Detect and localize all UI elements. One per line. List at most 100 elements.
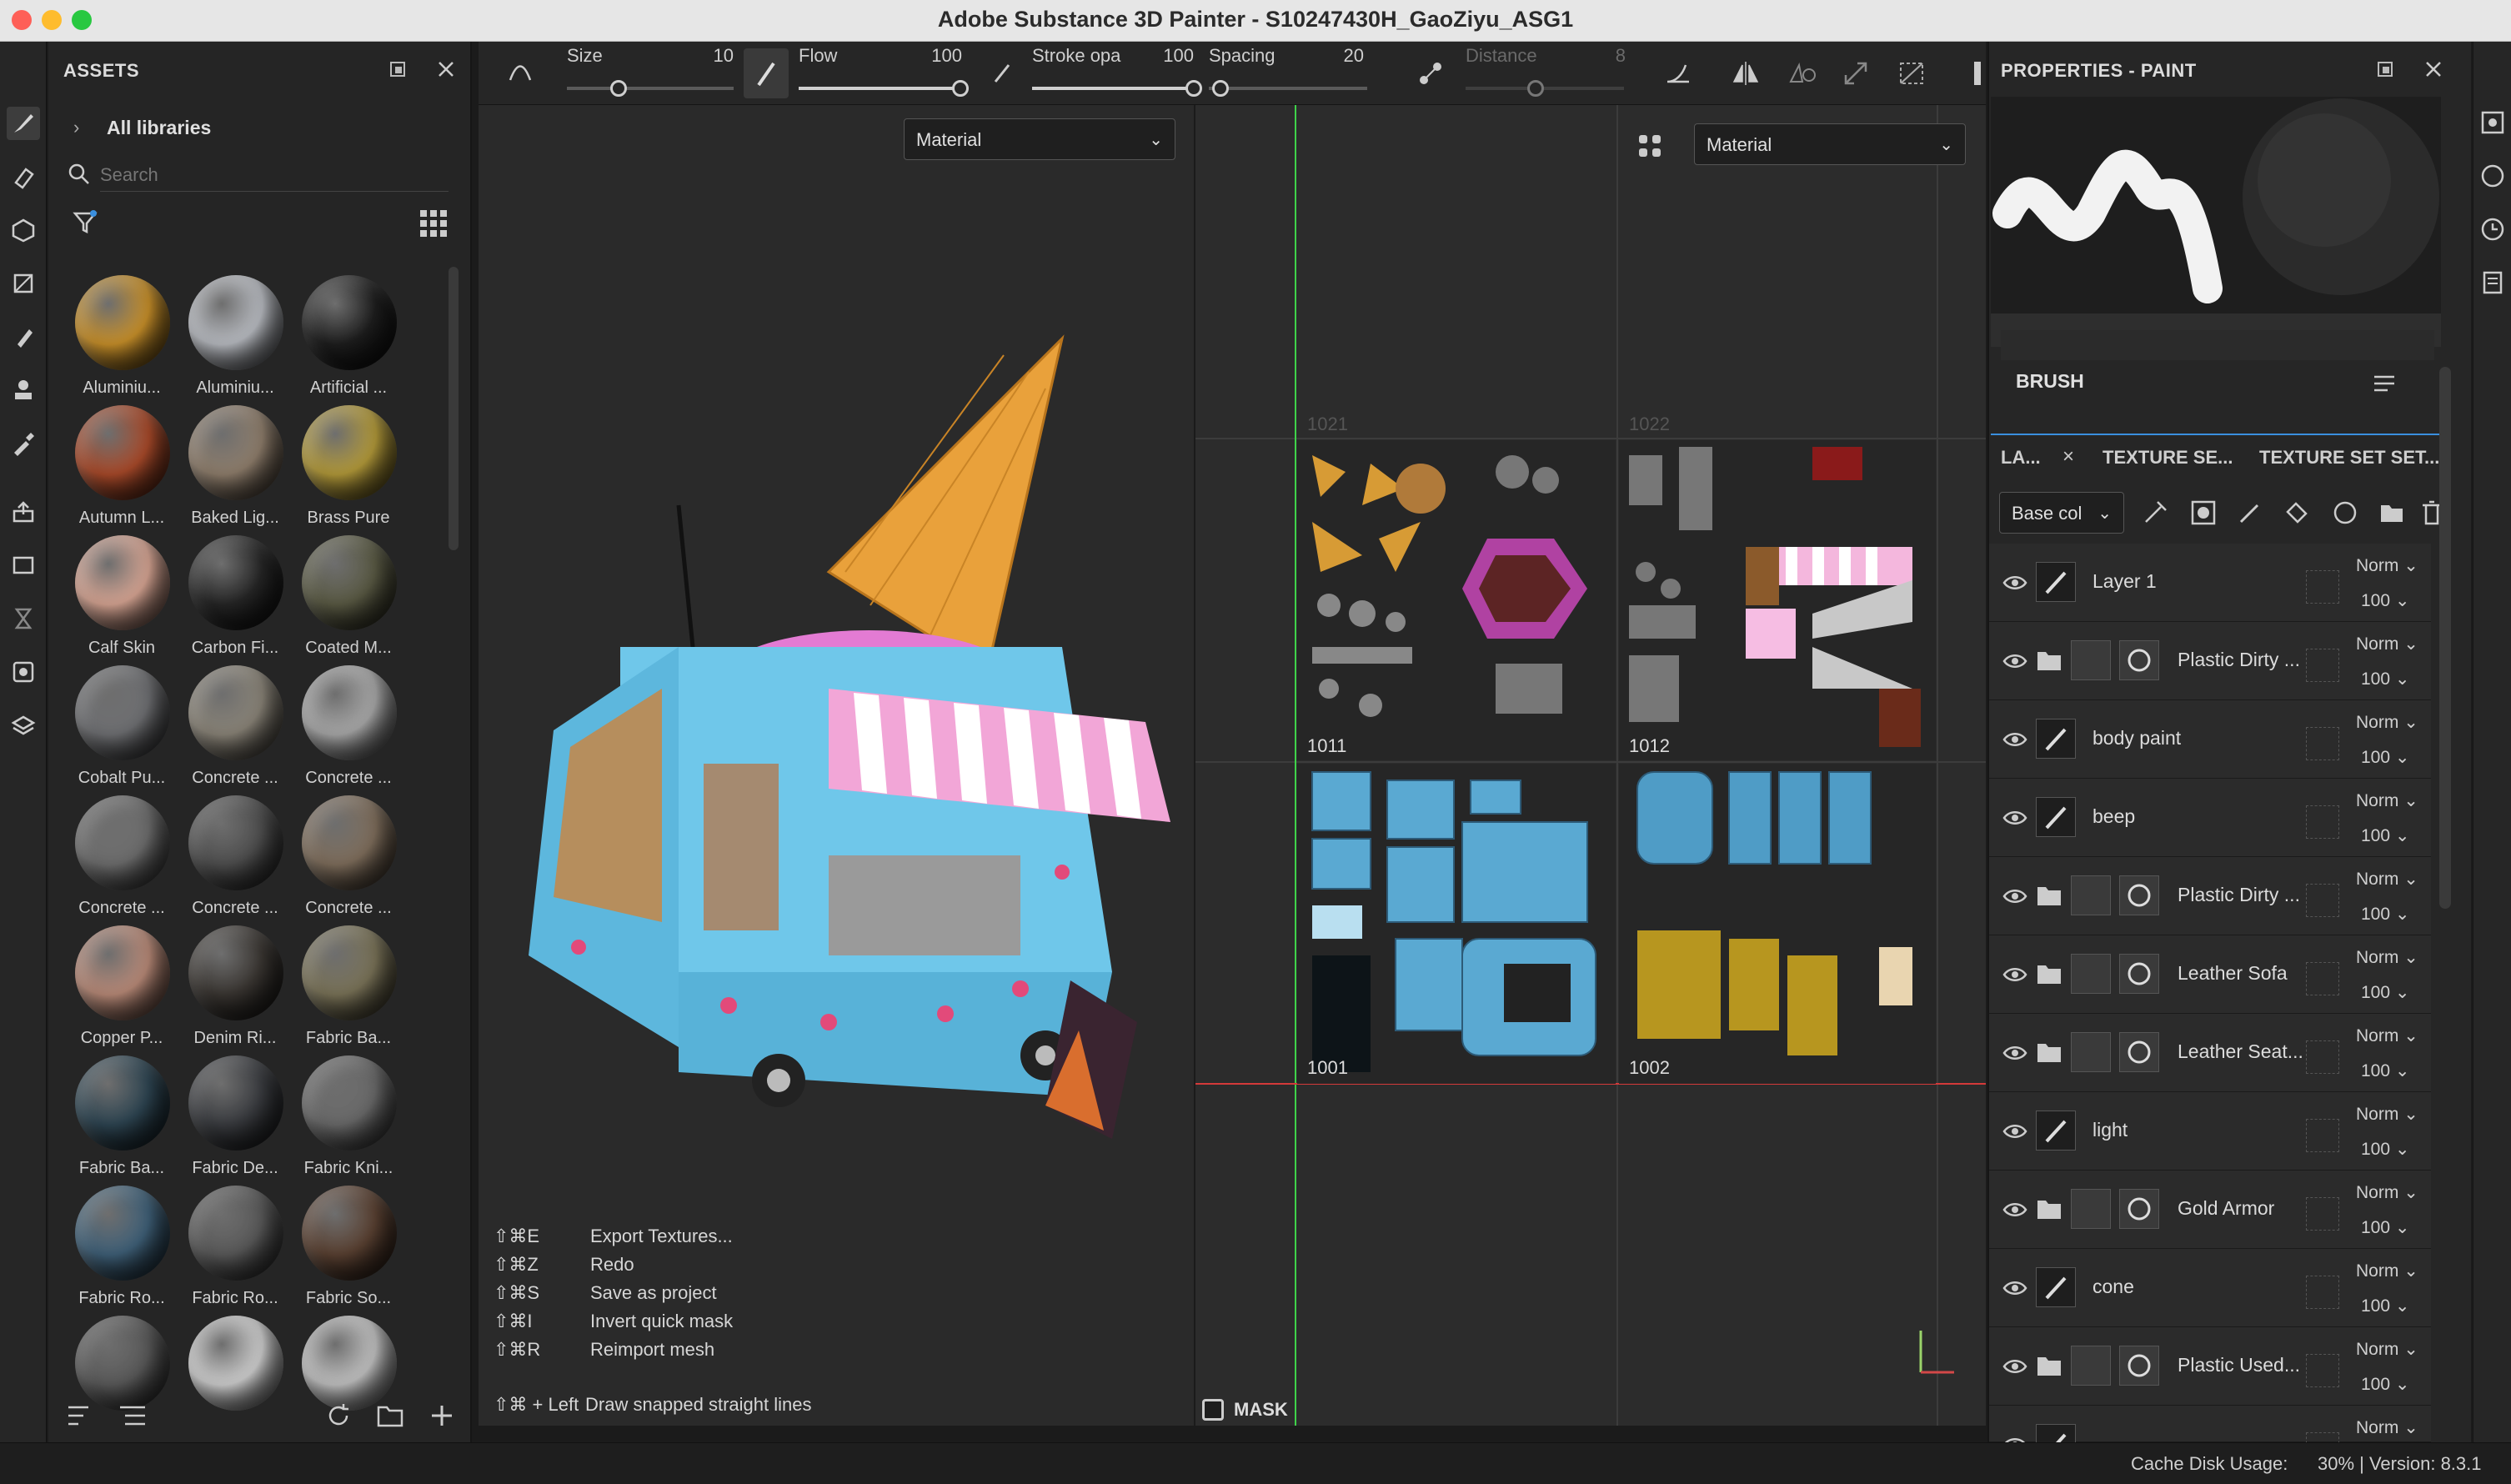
projection-tool-icon[interactable] — [7, 213, 40, 247]
layer-effect-slot[interactable] — [2306, 1197, 2339, 1231]
flow-pressure-icon[interactable] — [744, 48, 789, 98]
layer-effect-slot[interactable] — [2306, 1354, 2339, 1387]
layer-row[interactable]: Leather Sofa Norm ⌄ 100 ⌄ — [1989, 935, 2431, 1014]
texture-set-icon[interactable] — [7, 549, 40, 582]
layer-row[interactable]: Norm ⌄ ⌄ — [1989, 1406, 2431, 1472]
tab-texture-set-settings[interactable]: TEXTURE SET SET... — [2259, 447, 2439, 469]
all-libraries-link[interactable]: All libraries — [107, 117, 211, 139]
material-tile[interactable]: Fabric Ro... — [65, 1186, 178, 1316]
visibility-eye-icon[interactable] — [2002, 1040, 2027, 1065]
log-icon[interactable] — [2480, 270, 2505, 295]
add-paint-layer-icon[interactable] — [2236, 499, 2264, 527]
material-tile[interactable]: Fabric Ba... — [65, 1055, 178, 1186]
stroke-opacity-value[interactable]: 100 — [1127, 45, 1194, 67]
layer-name[interactable]: light — [2092, 1119, 2243, 1141]
layer-name[interactable]: Gold Armor — [2178, 1197, 2328, 1220]
layer-effect-slot[interactable] — [2306, 884, 2339, 917]
opacity-field[interactable]: 100 ⌄ — [2361, 1296, 2410, 1316]
add-asset-icon[interactable] — [427, 1401, 457, 1431]
lock-view-icon[interactable] — [1896, 58, 1929, 88]
add-fill-layer-icon[interactable] — [2283, 499, 2311, 527]
refresh-icon[interactable] — [323, 1401, 353, 1431]
close-panel-icon[interactable] — [435, 58, 457, 80]
opacity-field[interactable]: 100 ⌄ — [2361, 1139, 2410, 1160]
material-tile[interactable]: Concrete ... — [292, 795, 405, 925]
layer-name[interactable]: body paint — [2092, 727, 2243, 750]
distance-value[interactable]: 8 — [1559, 45, 1626, 67]
material-tile[interactable]: Denim Ri... — [178, 925, 292, 1055]
close-tab-icon[interactable]: × — [2062, 445, 2074, 469]
visibility-eye-icon[interactable] — [2002, 649, 2027, 674]
layer-row[interactable]: Layer 1 Norm ⌄ 100 ⌄ — [1989, 544, 2431, 622]
layer-row[interactable]: cone Norm ⌄ 100 ⌄ — [1989, 1249, 2431, 1327]
sort-icon[interactable] — [65, 1401, 98, 1431]
layer-name[interactable]: Plastic Used... — [2178, 1354, 2328, 1376]
opacity-field[interactable]: 100 ⌄ — [2361, 1060, 2410, 1081]
layers-scrollbar[interactable] — [2439, 367, 2451, 909]
smart-material-icon[interactable] — [2331, 499, 2359, 527]
blend-mode-select[interactable]: Norm ⌄ — [2356, 1261, 2418, 1281]
material-tile[interactable]: Cobalt Pu... — [65, 665, 178, 795]
opacity-field[interactable]: 100 ⌄ — [2361, 982, 2410, 1003]
clone-tool-icon[interactable] — [7, 374, 40, 407]
visibility-eye-icon[interactable] — [2002, 727, 2027, 752]
visibility-eye-icon[interactable] — [2002, 1276, 2027, 1301]
material-tile[interactable]: Fabric Ro... — [178, 1186, 292, 1316]
visibility-eye-icon[interactable] — [2002, 962, 2027, 987]
transform-icon[interactable] — [1841, 58, 1874, 88]
material-tile[interactable]: Concrete ... — [292, 665, 405, 795]
material-tile[interactable]: Concrete ... — [178, 665, 292, 795]
stroke-preset-icon[interactable] — [505, 58, 535, 88]
material-tile[interactable]: Autumn L... — [65, 405, 178, 535]
layer-name[interactable]: Layer 1 — [2092, 570, 2243, 593]
brush-menu-icon[interactable] — [2369, 368, 2399, 399]
opacity-field[interactable]: 100 ⌄ — [2361, 669, 2410, 689]
blend-mode-select[interactable]: Norm ⌄ — [2356, 1025, 2418, 1046]
material-tile[interactable]: Baked Lig... — [178, 405, 292, 535]
smudge-tool-icon[interactable] — [7, 320, 40, 353]
material-tile[interactable]: Carbon Fi... — [178, 535, 292, 665]
visibility-eye-icon[interactable] — [2002, 570, 2027, 595]
layer-row[interactable]: light Norm ⌄ 100 ⌄ — [1989, 1092, 2431, 1171]
channel-grid-icon[interactable] — [1636, 132, 1666, 162]
layer-row[interactable]: body paint Norm ⌄ 100 ⌄ — [1989, 700, 2431, 779]
layer-effect-slot[interactable] — [2306, 805, 2339, 839]
material-tile[interactable]: Fabric Ba... — [292, 925, 405, 1055]
opacity-field[interactable]: 100 ⌄ — [2361, 1217, 2410, 1238]
visibility-eye-icon[interactable] — [2002, 805, 2027, 830]
tab-layers[interactable]: LA... — [2001, 447, 2041, 469]
material-tile[interactable]: Aluminiu... — [65, 275, 178, 405]
material-tile[interactable]: Brass Pure — [292, 405, 405, 535]
layer-name[interactable]: Leather Seat... — [2178, 1040, 2328, 1063]
blend-mode-select[interactable]: Norm ⌄ — [2356, 869, 2418, 890]
distance-slider-knob[interactable] — [1527, 80, 1544, 97]
spacing-slider[interactable] — [1209, 87, 1367, 90]
layer-name[interactable]: cone — [2092, 1276, 2243, 1298]
layer-row[interactable]: Gold Armor Norm ⌄ 100 ⌄ — [1989, 1171, 2431, 1249]
material-tile[interactable]: Calf Skin — [65, 535, 178, 665]
material-tile[interactable] — [178, 1316, 292, 1446]
symmetry-mode-icon[interactable] — [1786, 58, 1819, 88]
visibility-eye-icon[interactable] — [2002, 884, 2027, 909]
add-folder-icon[interactable] — [2378, 499, 2406, 527]
layer-row[interactable]: Plastic Used... Norm ⌄ 100 ⌄ — [1989, 1327, 2431, 1406]
tab-texture-set-list[interactable]: TEXTURE SE... — [2103, 447, 2233, 469]
environment-icon[interactable] — [2480, 163, 2505, 188]
layer-effect-slot[interactable] — [2306, 1119, 2339, 1152]
alignment-icon[interactable] — [1662, 58, 1696, 88]
layer-name[interactable]: Plastic Dirty ... — [2178, 649, 2328, 671]
material-tile[interactable]: Artificial ... — [292, 275, 405, 405]
texture-set-settings-icon[interactable] — [2480, 110, 2505, 135]
viewport-3d[interactable]: Material ⌄ ⇧⌘E Export Textures... ⇧⌘Z Re… — [479, 105, 1194, 1426]
material-tile[interactable]: Fabric De... — [178, 1055, 292, 1186]
stroke-opacity-slider[interactable] — [1032, 87, 1199, 90]
blend-mode-select[interactable]: Norm ⌄ — [2356, 555, 2418, 576]
lazy-mouse-icon[interactable] — [1416, 58, 1446, 88]
blend-mode-select[interactable]: Norm ⌄ — [2356, 1104, 2418, 1125]
layer-row[interactable]: Leather Seat... Norm ⌄ 100 ⌄ — [1989, 1014, 2431, 1092]
visibility-eye-icon[interactable] — [2002, 1197, 2027, 1222]
stroke-opacity-pressure-icon[interactable] — [987, 58, 1017, 88]
opacity-field[interactable]: 100 ⌄ — [2361, 825, 2410, 846]
layer-effect-slot[interactable] — [2306, 727, 2339, 760]
opacity-field[interactable]: 100 ⌄ — [2361, 590, 2410, 611]
